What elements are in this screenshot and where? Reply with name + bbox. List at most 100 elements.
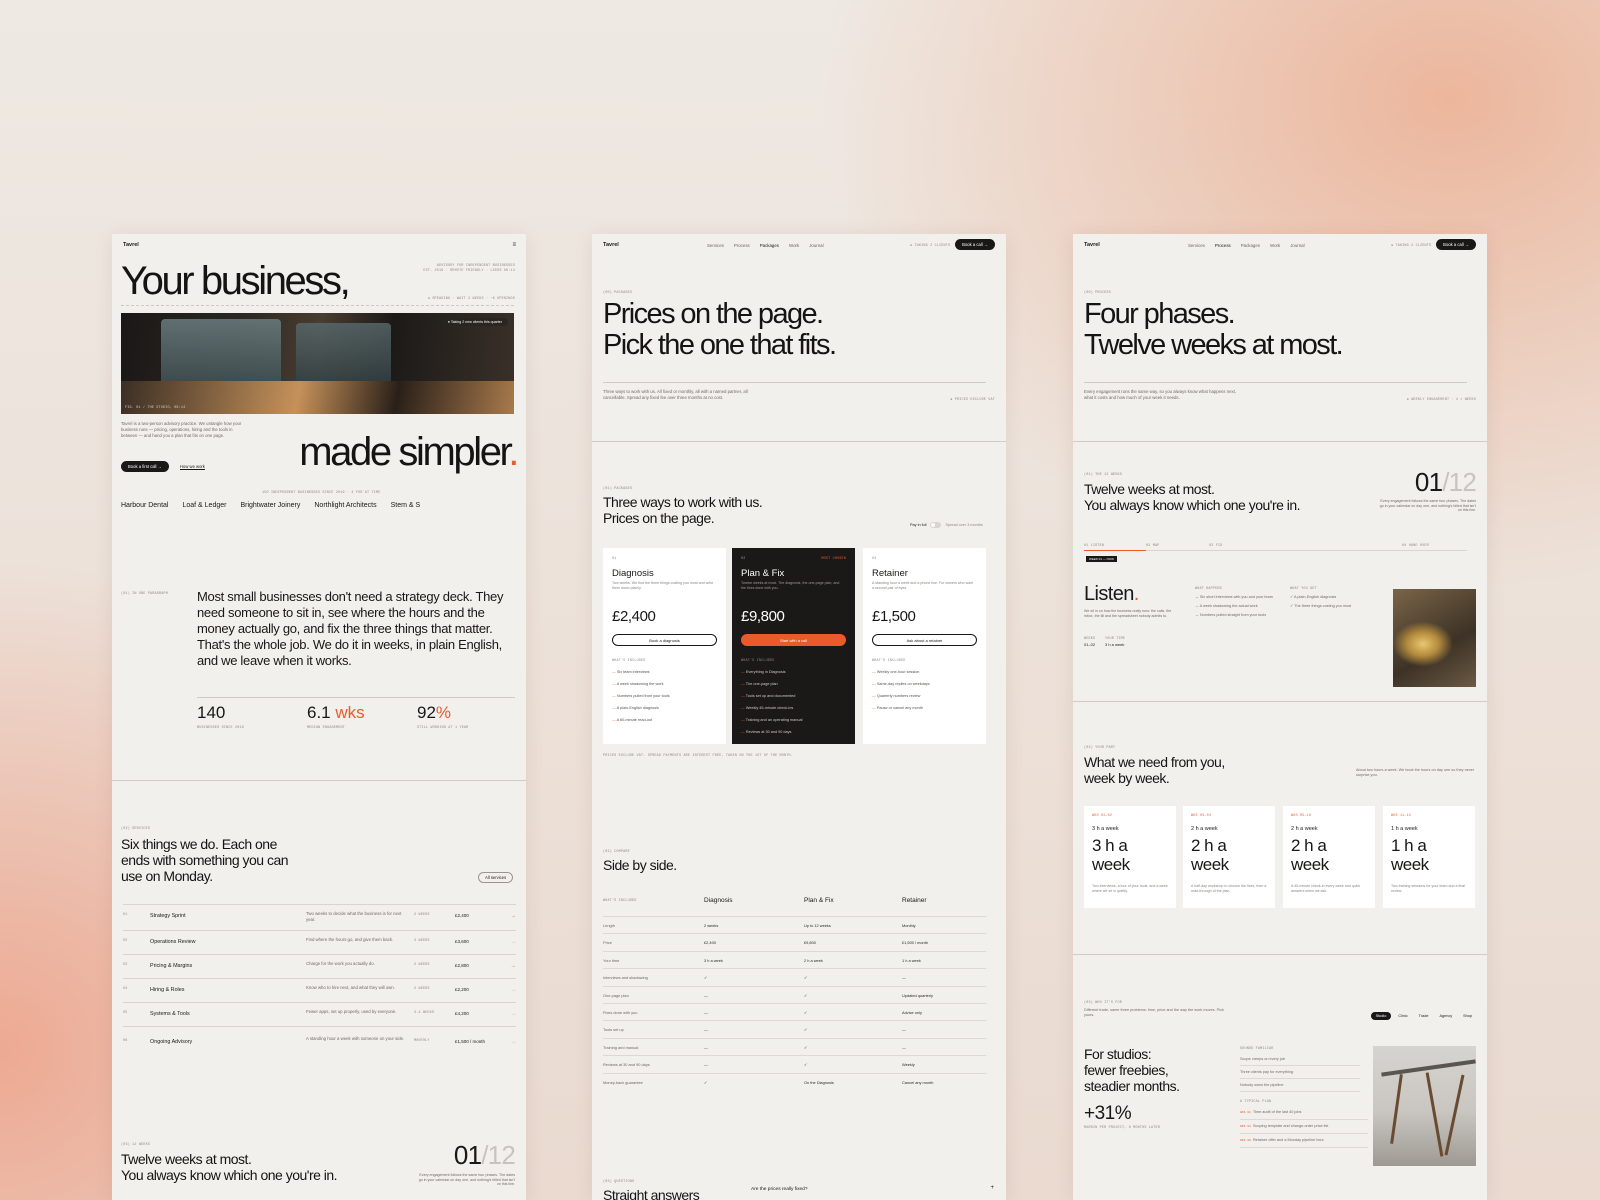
spread-label: Spread over 3 months <box>945 523 983 527</box>
service-length: 2 WEEKS <box>414 913 430 917</box>
ask-retainer-button[interactable]: Ask about a retainer <box>872 634 977 646</box>
tab-agency[interactable]: Agency <box>1435 1012 1456 1020</box>
package-card-retainer: 03 Retainer A standing hour a week and a… <box>863 548 986 744</box>
service-row[interactable]: 04 Hiring & Roles Know who to hire next, a… <box>123 978 516 1002</box>
book-call-button[interactable]: Book a call → <box>955 239 995 250</box>
service-price: £2,200 <box>455 987 469 992</box>
menu-icon[interactable]: ≡ <box>512 242 516 248</box>
book-diagnosis-button[interactable]: Book a diagnosis <box>612 634 717 646</box>
payment-toggle[interactable]: Pay in full Spread over 3 months <box>910 522 983 528</box>
section-label: (02) COMPARE <box>603 850 630 854</box>
counter-now: 01 <box>1414 467 1443 497</box>
all-services-button[interactable]: All services <box>478 872 514 883</box>
packages-title-2: Prices on the page. <box>603 510 715 526</box>
main-nav: Services Process Packages Work Journal <box>707 243 824 248</box>
nav-journal[interactable]: Journal <box>809 243 823 248</box>
arrow-icon: → <box>510 913 516 919</box>
card-price: £1,500 <box>872 608 916 625</box>
service-name: Systems & Tools <box>150 1011 190 1017</box>
nav-work[interactable]: Work <box>1270 243 1280 248</box>
service-row[interactable]: 01 Strategy Sprint Two weeks to decide wha… <box>123 904 516 928</box>
compare-row: Fixes done with you — ✓ Advice only <box>603 1003 986 1020</box>
phase-list-b: ✓ A plain-English diagnosis ✓ The three … <box>1290 595 1375 609</box>
tab-shop[interactable]: Shop <box>1459 1012 1476 1020</box>
tab-clinic[interactable]: Clinic <box>1394 1012 1411 1020</box>
section-label: (00) PACKAGES <box>603 291 633 295</box>
service-length: MONTHLY <box>414 1039 430 1043</box>
compare-row: Reviews at 30 and 90 days — ✓ Weekly <box>603 1055 986 1072</box>
toggle-switch[interactable] <box>930 522 942 528</box>
arrow-icon: → <box>510 1039 516 1045</box>
statement: Most small businesses don't need a strat… <box>197 589 504 668</box>
logo[interactable]: Tavrel <box>603 242 619 248</box>
phase-label: 01 LISTEN <box>1084 544 1105 548</box>
week-card: WKS 11–12 1 h a week 1 h a week Two trainin… <box>1383 806 1475 908</box>
nav-packages[interactable]: Packages <box>760 243 779 248</box>
how-we-work-link[interactable]: How we work <box>180 464 205 469</box>
start-call-button[interactable]: Start with a call <box>741 634 846 646</box>
book-call-button[interactable]: Book a call → <box>1436 239 1476 250</box>
tab-studio[interactable]: Studio <box>1370 1012 1392 1020</box>
service-row[interactable]: 05 Systems & Tools Fewer apps, set up prop… <box>123 1002 516 1026</box>
popular-badge: MOST CHOSEN <box>821 557 846 561</box>
compare-cell: — <box>704 1044 708 1050</box>
book-first-call-button[interactable]: Book a first call → <box>121 461 169 472</box>
phase-weeks: 01–02 <box>1084 642 1096 647</box>
service-length: 2 WEEKS <box>414 963 430 967</box>
openings-label: ● TAKING 2 CLIENTS <box>910 244 951 248</box>
nav-work[interactable]: Work <box>789 243 799 248</box>
plus-icon[interactable]: + <box>990 1185 994 1191</box>
service-row[interactable]: 02 Operations Review Find where the hours … <box>123 930 516 954</box>
divider <box>1073 701 1487 702</box>
divider <box>603 382 986 383</box>
compare-title: Side by side. <box>603 857 677 873</box>
week-timeline[interactable]: 01 LISTEN 02 MAP 03 FIX 04 HAND OVER WEE… <box>1084 544 1467 564</box>
service-no: 03 <box>123 963 128 967</box>
compare-cell: 2 h a week <box>804 957 823 963</box>
stat-weeks: 6.1 wks <box>307 703 365 723</box>
feature-item: A plain-English diagnosis <box>612 702 670 714</box>
week-desc: Two training sessions for your team and … <box>1391 884 1466 893</box>
faq-question[interactable]: Are the prices really fixed? <box>751 1187 808 1192</box>
card-index: 03 <box>872 557 877 561</box>
homepage-panel: Tavrel ≡ Your business, ADVISORY FOR IND… <box>112 234 526 1200</box>
logo[interactable]: Tavrel <box>123 242 139 248</box>
hero-photo: ● Taking 2 new clients this quarter FIG.… <box>121 313 514 414</box>
hero-line-1: Four phases. <box>1084 298 1236 330</box>
counter-total: /12 <box>1442 467 1477 497</box>
card-features: Six team interviews A week shadowing the… <box>612 666 670 726</box>
nav-services[interactable]: Services <box>707 243 724 248</box>
compare-cell: — <box>902 1027 906 1033</box>
hero-line-2: Twelve weeks at most. <box>1084 329 1344 361</box>
process-panel: Tavrel Services Process Packages Work Jo… <box>1073 234 1487 1200</box>
service-length: 3 WEEKS <box>414 939 430 943</box>
client-logo: Northlight Architects <box>314 502 377 509</box>
compare-col: Plan & Fix <box>804 897 834 904</box>
feature-item: Reviews at 30 and 90 days <box>741 726 802 738</box>
nav-journal[interactable]: Journal <box>1290 243 1304 248</box>
service-row[interactable]: 03 Pricing & Margins Charge for the work y… <box>123 954 516 978</box>
nav-process[interactable]: Process <box>1215 243 1231 248</box>
phase-desc: We sit in on how the business really run… <box>1084 609 1172 618</box>
compare-col: Retainer <box>902 897 927 904</box>
service-price: £2,800 <box>455 963 469 968</box>
compare-cell: ✓ <box>804 1062 808 1068</box>
nav-packages[interactable]: Packages <box>1241 243 1260 248</box>
client-logo: Brightwater Joinery <box>240 502 301 509</box>
counter-now: 01 <box>453 1140 482 1170</box>
nav-process[interactable]: Process <box>734 243 750 248</box>
stat-rate: 92% <box>417 703 451 723</box>
feature-item: Numbers pulled from your tools <box>612 690 670 702</box>
compare-cell: Monthly <box>902 923 916 928</box>
package-card-plan-fix: 02 MOST CHOSEN Plan & Fix Twelve weeks a… <box>732 548 855 744</box>
service-row[interactable]: 06 Ongoing Advisory A standing hour a week… <box>123 1026 516 1056</box>
logo[interactable]: Tavrel <box>1084 242 1100 248</box>
service-no: 01 <box>123 913 128 917</box>
list-item: → A week shadowing the actual work <box>1195 604 1258 608</box>
week-time: 2 h a week <box>1191 826 1218 832</box>
tab-trade[interactable]: Trade <box>1415 1012 1433 1020</box>
compare-key: Your time <box>603 957 620 963</box>
compare-cell: £2,400 <box>704 940 716 946</box>
service-length: 3-4 WEEKS <box>414 1011 435 1015</box>
nav-services[interactable]: Services <box>1188 243 1205 248</box>
